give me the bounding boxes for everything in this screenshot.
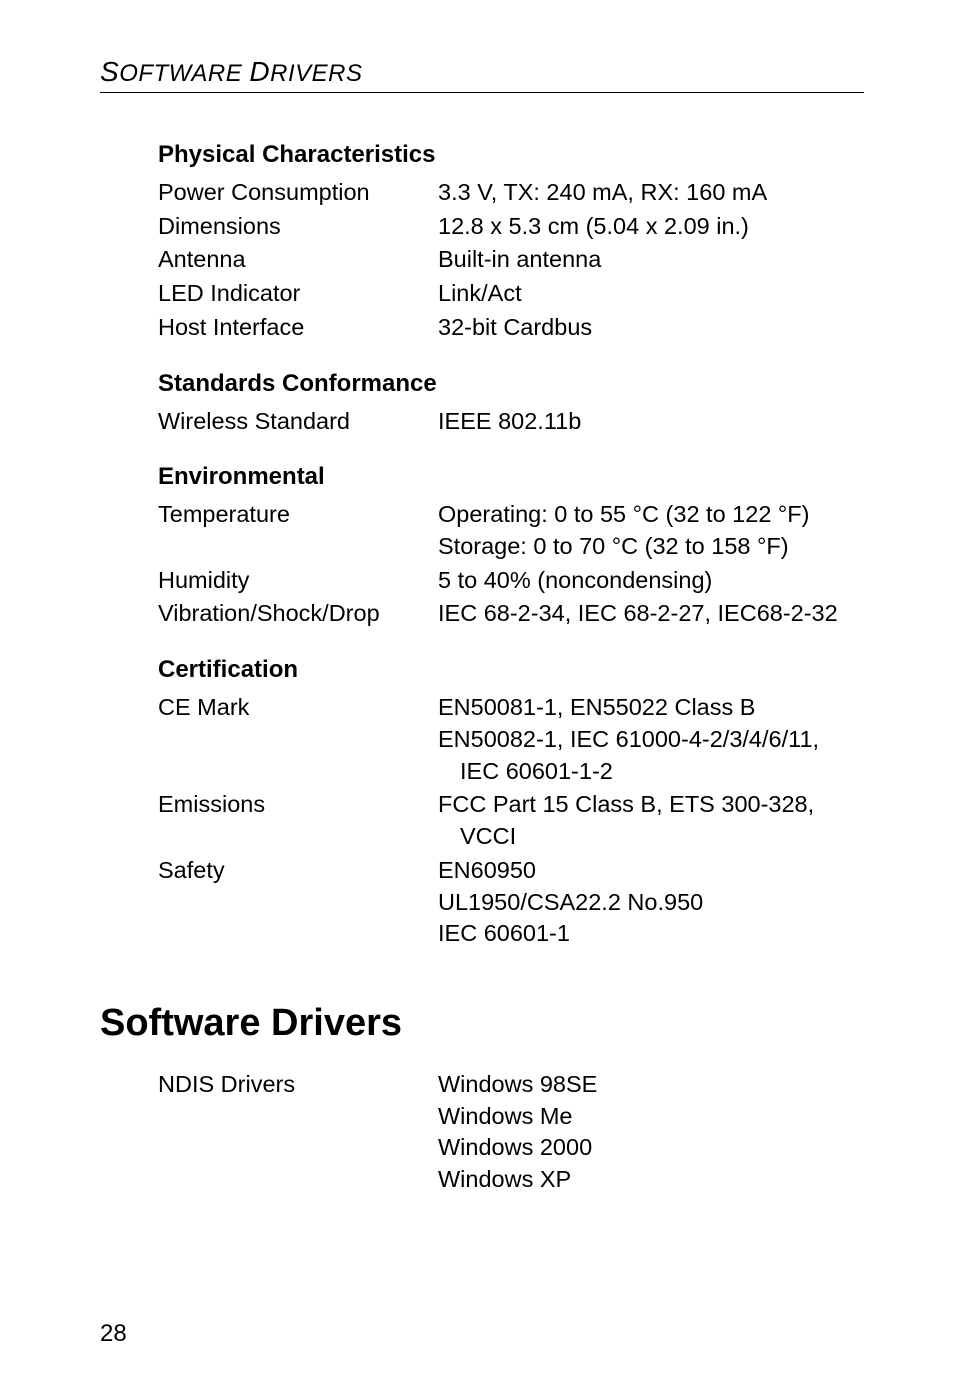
spec-value: 32-bit Cardbus [438, 312, 864, 344]
spec-label: Host Interface [158, 312, 438, 344]
spec-value: IEC 68-2-34, IEC 68-2-27, IEC68-2-32 [438, 598, 864, 630]
spec-row: Humidity5 to 40% (noncondensing) [100, 565, 864, 597]
spec-value-line: 3.3 V, TX: 240 mA, RX: 160 mA [438, 177, 864, 209]
spec-value: Windows 98SEWindows MeWindows 2000Window… [438, 1069, 864, 1196]
spec-value-line: Windows 2000 [438, 1132, 864, 1164]
section-title-standards: Standards Conformance [100, 370, 864, 398]
spec-value-line: EN60950 [438, 855, 864, 887]
spec-value: EN50081-1, EN55022 Class BEN50082-1, IEC… [438, 692, 864, 787]
section-standards-rows: Wireless StandardIEEE 802.11b [100, 406, 864, 438]
spec-value-line: IEC 68-2-34, IEC 68-2-27, IEC68-2-32 [438, 598, 864, 630]
section-environmental-rows: TemperatureOperating: 0 to 55 °C (32 to … [100, 499, 864, 630]
rh-cap2: D [249, 56, 270, 87]
spec-value-line: Windows XP [438, 1164, 864, 1196]
rh-rest1: OFTWARE [119, 60, 242, 87]
spec-value-line: EN50082-1, IEC 61000-4-2/3/4/6/11, [438, 724, 864, 756]
spec-row: Dimensions12.8 x 5.3 cm (5.04 x 2.09 in.… [100, 211, 864, 243]
spec-row: AntennaBuilt-in antenna [100, 244, 864, 276]
spec-label: Safety [158, 855, 438, 950]
spec-value: Built-in antenna [438, 244, 864, 276]
spec-label: Temperature [158, 499, 438, 562]
spec-row: EmissionsFCC Part 15 Class B, ETS 300-32… [100, 789, 864, 852]
spec-value-line: IEC 60601-1-2 [438, 756, 864, 788]
spec-label: Emissions [158, 789, 438, 852]
spec-row: Wireless StandardIEEE 802.11b [100, 406, 864, 438]
spec-row: Vibration/Shock/DropIEC 68-2-34, IEC 68-… [100, 598, 864, 630]
spec-row: LED IndicatorLink/Act [100, 278, 864, 310]
section-title-environmental: Environmental [100, 463, 864, 491]
drivers-rows: NDIS DriversWindows 98SEWindows MeWindow… [100, 1069, 864, 1196]
spec-row: SafetyEN60950UL1950/CSA22.2 No.950IEC 60… [100, 855, 864, 950]
header-rule [100, 92, 864, 93]
spec-value-line: VCCI [438, 821, 864, 853]
spec-label: Power Consumption [158, 177, 438, 209]
spec-value-line: IEEE 802.11b [438, 406, 864, 438]
spec-label: LED Indicator [158, 278, 438, 310]
running-header: SOFTWARE DRIVERS [100, 56, 864, 88]
spec-label: Vibration/Shock/Drop [158, 598, 438, 630]
spec-value-line: FCC Part 15 Class B, ETS 300-328, [438, 789, 864, 821]
spec-value-line: UL1950/CSA22.2 No.950 [438, 887, 864, 919]
spec-value-line: EN50081-1, EN55022 Class B [438, 692, 864, 724]
spec-value-line: 32-bit Cardbus [438, 312, 864, 344]
spec-label: NDIS Drivers [158, 1069, 438, 1196]
spec-value-line: Windows 98SE [438, 1069, 864, 1101]
spec-value: 5 to 40% (noncondensing) [438, 565, 864, 597]
spec-label: Dimensions [158, 211, 438, 243]
spec-row: CE MarkEN50081-1, EN55022 Class BEN50082… [100, 692, 864, 787]
section-title-physical: Physical Characteristics [100, 141, 864, 169]
spec-value-line: Link/Act [438, 278, 864, 310]
spec-row: TemperatureOperating: 0 to 55 °C (32 to … [100, 499, 864, 562]
rh-rest2: RIVERS [270, 60, 362, 87]
spec-value-line: Storage: 0 to 70 °C (32 to 158 °F) [438, 531, 864, 563]
spec-value: 3.3 V, TX: 240 mA, RX: 160 mA [438, 177, 864, 209]
main-heading: Software Drivers [100, 1002, 864, 1045]
spec-value-line: Windows Me [438, 1101, 864, 1133]
spec-value-line: Operating: 0 to 55 °C (32 to 122 °F) [438, 499, 864, 531]
spec-value-line: 12.8 x 5.3 cm (5.04 x 2.09 in.) [438, 211, 864, 243]
rh-cap1: S [100, 56, 119, 87]
spec-row: Host Interface32-bit Cardbus [100, 312, 864, 344]
section-physical-rows: Power Consumption3.3 V, TX: 240 mA, RX: … [100, 177, 864, 344]
spec-value: EN60950UL1950/CSA22.2 No.950IEC 60601-1 [438, 855, 864, 950]
spec-row: Power Consumption3.3 V, TX: 240 mA, RX: … [100, 177, 864, 209]
spec-value: IEEE 802.11b [438, 406, 864, 438]
spec-value-line: Built-in antenna [438, 244, 864, 276]
spec-row: NDIS DriversWindows 98SEWindows MeWindow… [100, 1069, 864, 1196]
spec-value-line: 5 to 40% (noncondensing) [438, 565, 864, 597]
section-title-certification: Certification [100, 656, 864, 684]
spec-label: CE Mark [158, 692, 438, 787]
spec-value: Operating: 0 to 55 °C (32 to 122 °F)Stor… [438, 499, 864, 562]
spec-label: Wireless Standard [158, 406, 438, 438]
page-number: 28 [100, 1320, 127, 1348]
section-certification-rows: CE MarkEN50081-1, EN55022 Class BEN50082… [100, 692, 864, 950]
spec-value: Link/Act [438, 278, 864, 310]
spec-label: Humidity [158, 565, 438, 597]
spec-value-line: IEC 60601-1 [438, 918, 864, 950]
spec-value: FCC Part 15 Class B, ETS 300-328,VCCI [438, 789, 864, 852]
spec-label: Antenna [158, 244, 438, 276]
spec-value: 12.8 x 5.3 cm (5.04 x 2.09 in.) [438, 211, 864, 243]
